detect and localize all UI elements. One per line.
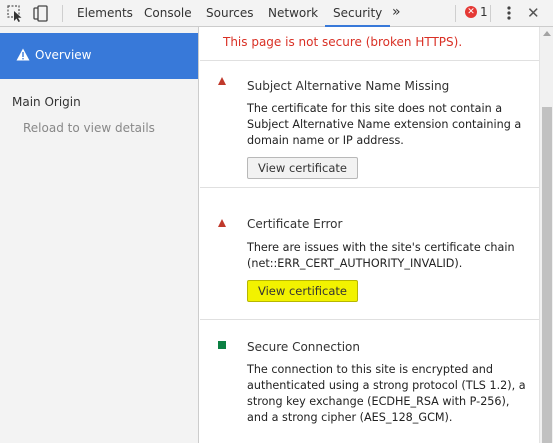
security-explanation-san-missing: Subject Alternative Name Missing The cer… xyxy=(200,62,539,188)
error-triangle-icon xyxy=(218,219,227,228)
card-description: The certificate for this site does not c… xyxy=(247,102,522,147)
view-certificate-button-highlighted[interactable]: View certificate xyxy=(247,280,358,302)
view-certificate-button[interactable]: View certificate xyxy=(247,157,358,179)
sidebar-item-label: Overview xyxy=(35,48,92,62)
scroll-up-icon[interactable] xyxy=(543,31,551,36)
error-triangle-icon xyxy=(218,77,227,86)
main-origin-heading: Main Origin xyxy=(12,95,81,109)
card-description: The connection to this site is encrypted… xyxy=(247,363,526,424)
security-summary-banner: This page is not secure (broken HTTPS). xyxy=(200,27,539,61)
more-menu-icon[interactable] xyxy=(500,3,518,23)
secure-square-icon xyxy=(218,341,227,350)
device-toolbar-icon[interactable] xyxy=(31,4,51,23)
card-title: Certificate Error xyxy=(247,217,343,231)
security-main-panel: This page is not secure (broken HTTPS). … xyxy=(200,27,539,443)
close-icon[interactable]: ✕ xyxy=(527,0,540,26)
toolbar-separator xyxy=(455,5,456,22)
security-explanation-secure-connection: Secure Connection The connection to this… xyxy=(200,321,539,443)
toolbar-separator xyxy=(490,5,491,22)
more-tabs-icon[interactable]: » xyxy=(392,0,401,26)
devtools-toolbar: Elements Console Sources Network Securit… xyxy=(0,0,553,27)
sidebar-item-overview[interactable]: Overview xyxy=(0,33,198,79)
toolbar-separator xyxy=(62,5,63,22)
scrollbar-thumb[interactable] xyxy=(542,107,552,443)
error-icon: ✕ xyxy=(465,6,477,18)
security-sidebar: Overview Main Origin Reload to view deta… xyxy=(0,27,199,443)
error-count: 1 xyxy=(480,5,488,19)
card-title: Secure Connection xyxy=(247,340,360,354)
tab-console[interactable]: Console xyxy=(144,0,192,26)
vertical-scrollbar[interactable] xyxy=(539,27,553,443)
security-summary-text: This page is not secure (broken HTTPS). xyxy=(223,35,463,49)
tab-network[interactable]: Network xyxy=(268,0,318,26)
warning-icon xyxy=(16,48,30,61)
security-explanation-certificate-error: Certificate Error There are issues with … xyxy=(200,189,539,320)
tab-security[interactable]: Security xyxy=(325,0,391,27)
card-title: Subject Alternative Name Missing xyxy=(247,79,450,93)
reload-hint: Reload to view details xyxy=(23,121,155,135)
tab-sources[interactable]: Sources xyxy=(206,0,253,26)
inspect-element-icon[interactable] xyxy=(6,4,26,23)
tab-elements[interactable]: Elements xyxy=(77,0,133,26)
card-description: There are issues with the site's certifi… xyxy=(247,241,515,270)
